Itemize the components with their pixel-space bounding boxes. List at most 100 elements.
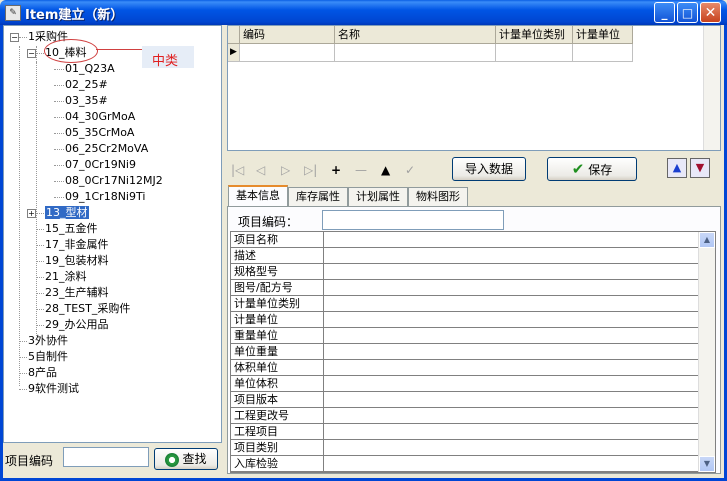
tab-planning[interactable]: 计划属性	[348, 187, 408, 206]
property-name: 项目版本	[231, 392, 324, 407]
first-record-icon[interactable]: |◁	[231, 163, 244, 177]
tree-connector	[54, 85, 64, 86]
maximize-icon[interactable]: □	[677, 2, 698, 23]
tree-node-label: 17_非金属件	[45, 238, 109, 251]
property-row[interactable]: 项目名称	[231, 232, 699, 248]
tree-connector	[36, 213, 44, 214]
tree-node[interactable]: 09_1Cr18Ni9Ti	[65, 190, 145, 204]
property-row[interactable]: 工程项目	[231, 424, 699, 440]
save-button[interactable]: ✔ 保存	[547, 157, 637, 181]
property-scrollbar[interactable]: ▲ ▼	[698, 232, 715, 472]
tree-node[interactable]: 3外协件	[28, 334, 68, 348]
tree-connector	[19, 389, 27, 390]
property-row[interactable]: 重量单位	[231, 328, 699, 344]
search-button[interactable]: 查找	[154, 448, 218, 470]
tree-connector	[54, 69, 64, 70]
property-name: 重量单位	[231, 328, 324, 343]
tree-connector	[36, 261, 44, 262]
tree-node[interactable]: 13_型材	[45, 206, 89, 220]
property-row[interactable]: 单位重量	[231, 344, 699, 360]
search-input[interactable]	[63, 447, 149, 467]
annotation-circle	[44, 39, 98, 63]
tree-connector	[19, 357, 27, 358]
row-indicator-icon[interactable]: ▶	[228, 44, 240, 62]
delete-icon[interactable]: —	[355, 163, 367, 177]
tree-node[interactable]: 02_25#	[65, 78, 108, 92]
add-icon[interactable]: +	[331, 163, 341, 177]
property-row[interactable]: 图号/配方号	[231, 280, 699, 296]
confirm-icon[interactable]: ✓	[405, 163, 415, 177]
arrow-down-icon[interactable]: ▼	[690, 158, 710, 178]
arrow-up-icon[interactable]: ▲	[667, 158, 687, 178]
import-button[interactable]: 导入数据	[452, 157, 526, 181]
tree-node[interactable]: 23_生产辅料	[45, 286, 109, 300]
tree-node[interactable]: 19_包装材料	[45, 254, 109, 268]
tree-node[interactable]: 29_办公用品	[45, 318, 109, 332]
tree-node[interactable]: 01_Q23A	[65, 62, 115, 76]
tree-node[interactable]: 21_涂料	[45, 270, 87, 284]
item-code-input[interactable]	[322, 210, 504, 230]
close-icon[interactable]: ✕	[700, 2, 721, 23]
property-row[interactable]: 入库检验	[231, 456, 699, 472]
last-record-icon[interactable]: ▷|	[304, 163, 317, 177]
tree-node[interactable]: 08_0Cr17Ni12MJ2	[65, 174, 163, 188]
next-record-icon[interactable]: ▷	[281, 163, 290, 177]
tree-node[interactable]: 28_TEST_采购件	[45, 302, 130, 316]
tree-node[interactable]: 15_五金件	[45, 222, 98, 236]
property-row[interactable]: 规格型号	[231, 264, 699, 280]
tab-inventory[interactable]: 库存属性	[288, 187, 348, 206]
expand-icon[interactable]: +	[27, 209, 36, 218]
scroll-down-icon[interactable]: ▼	[699, 456, 715, 472]
property-row[interactable]: 描述	[231, 248, 699, 264]
grid-header-name[interactable]: 名称	[335, 26, 496, 44]
tab-material-graphics[interactable]: 物料图形	[408, 187, 468, 206]
minimize-icon[interactable]: _	[654, 2, 675, 23]
property-row[interactable]: 单位体积	[231, 376, 699, 392]
refresh-icon	[165, 452, 180, 467]
property-name: 规格型号	[231, 264, 324, 279]
tree-node[interactable]: 04_30GrMoA	[65, 110, 135, 124]
tree-node[interactable]: 8产品	[28, 366, 57, 380]
item-grid[interactable]: 编码 名称 计量单位类别 计量单位 ▶	[227, 25, 721, 151]
grid-header-uom[interactable]: 计量单位	[573, 26, 633, 44]
tab-basic-info[interactable]: 基本信息	[228, 185, 288, 207]
category-tree[interactable]: 1采购件 −10_棒料 −01_Q23A 02_25# 03_35# 04_30GrMoA…	[3, 25, 222, 443]
property-row[interactable]: 项目版本	[231, 392, 699, 408]
tree-node[interactable]: 06_25Cr2MoVA	[65, 142, 148, 156]
grid-cell[interactable]	[496, 44, 573, 62]
up-icon[interactable]: ▲	[381, 163, 390, 177]
tree-node-label: 01_Q23A	[65, 62, 115, 75]
grid-scrollbar[interactable]	[703, 26, 720, 150]
tree-node[interactable]: 5自制件	[28, 350, 68, 364]
tree-node[interactable]: 03_35#	[65, 94, 108, 108]
property-grid[interactable]: 入库检验 项目类别 工程项目 工程更改号 项目版本 单位体积 体积单位 单位重量 重量单位 计量单…	[230, 231, 716, 473]
collapse-icon[interactable]: −	[10, 33, 19, 42]
grid-cell[interactable]	[573, 44, 633, 62]
prev-record-icon[interactable]: ◁	[256, 163, 265, 177]
property-row[interactable]: 计量单位类别	[231, 296, 699, 312]
tree-connector	[54, 165, 64, 166]
tree-node[interactable]: 17_非金属件	[45, 238, 109, 252]
tree-node[interactable]: 05_35CrMoA	[65, 126, 134, 140]
app-icon[interactable]: ✎	[5, 5, 21, 21]
collapse-icon[interactable]: −	[27, 49, 36, 58]
property-name: 工程项目	[231, 424, 324, 439]
property-row[interactable]: 工程更改号	[231, 408, 699, 424]
tree-connector	[36, 229, 44, 230]
property-row[interactable]: 体积单位	[231, 360, 699, 376]
tree-node[interactable]: 9软件测试	[28, 382, 79, 396]
scroll-up-icon[interactable]: ▲	[699, 232, 715, 248]
property-row[interactable]: 计量单位	[231, 312, 699, 328]
grid-header-code[interactable]: 编码	[240, 26, 335, 44]
property-name: 图号/配方号	[231, 280, 324, 295]
grid-cell[interactable]	[240, 44, 335, 62]
grid-header-uom-class[interactable]: 计量单位类别	[496, 26, 573, 44]
tree-connector	[19, 46, 20, 386]
tree-node[interactable]: 07_0Cr19Ni9	[65, 158, 136, 172]
tree-node-label: 28_TEST_采购件	[45, 302, 131, 315]
tree-node-label: 9软件测试	[28, 382, 79, 395]
property-name: 项目名称	[231, 232, 324, 247]
property-row[interactable]: 项目类别	[231, 440, 699, 456]
property-name: 描述	[231, 248, 324, 263]
grid-cell[interactable]	[335, 44, 496, 62]
